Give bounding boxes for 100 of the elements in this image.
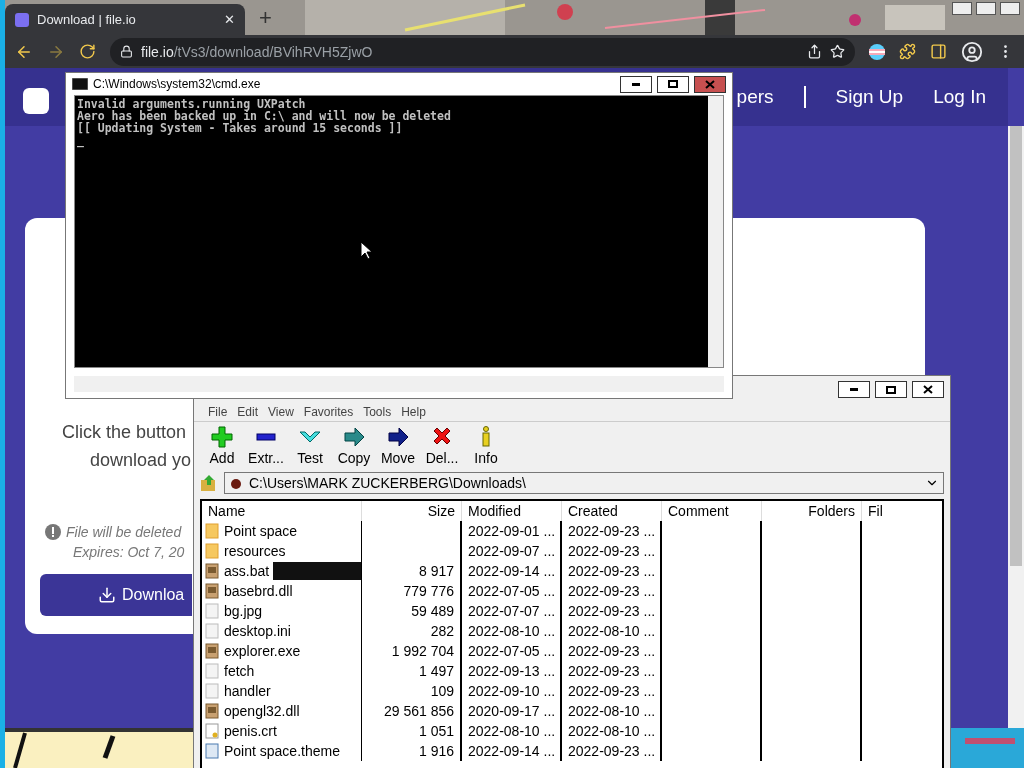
extensions-icon[interactable] — [899, 43, 916, 60]
table-cell: 2022-07-05 ... — [462, 581, 562, 601]
menu-item[interactable]: Edit — [237, 405, 259, 419]
close-button[interactable] — [694, 75, 726, 93]
table-cell: 2022-08-10 ... — [462, 721, 562, 741]
path-field[interactable]: C:\Users\MARK ZUCKERBERG\Downloads\ — [224, 472, 944, 494]
table-cell: 2022-09-14 ... — [462, 561, 562, 581]
close-button[interactable] — [912, 381, 944, 398]
file-name: fetch — [224, 663, 255, 679]
toolbar-button[interactable]: Extr... — [248, 426, 284, 466]
alert-icon — [45, 524, 61, 540]
file-row[interactable]: Point space 2022-09-01 ... 2022-09-23 ... — [202, 521, 942, 541]
column-header[interactable]: Comment — [662, 501, 762, 521]
file-name: basebrd.dll — [224, 583, 293, 599]
file-row[interactable]: ass.bat 8 917 2022-09-14 ... 2022-09-23 ... — [202, 561, 942, 581]
avatar-icon[interactable] — [961, 40, 983, 63]
file-icon — [204, 583, 220, 599]
toolbar-button[interactable]: Test — [292, 426, 328, 466]
console-icon — [72, 78, 88, 90]
table-cell: 2022-09-23 ... — [562, 561, 662, 581]
column-header[interactable]: Created — [562, 501, 662, 521]
minimize-button[interactable] — [620, 75, 652, 93]
table-cell: 2022-09-23 ... — [562, 741, 662, 761]
file-icon — [204, 663, 220, 679]
column-header[interactable]: Size — [362, 501, 462, 521]
menu-item[interactable]: View — [268, 405, 294, 419]
download-button[interactable]: Downloa — [40, 574, 192, 616]
file-icon — [204, 643, 220, 659]
menu-item[interactable]: Favorites — [303, 405, 354, 419]
close-icon — [705, 79, 715, 89]
file-name: Point space — [224, 523, 298, 539]
arrow-icon — [343, 426, 365, 448]
column-header[interactable]: Fil — [862, 501, 942, 521]
file-name: penis.crt — [224, 723, 277, 739]
scrollbar[interactable] — [708, 96, 723, 367]
table-cell: 2022-09-23 ... — [562, 641, 662, 661]
table-cell: 2022-09-14 ... — [462, 741, 562, 761]
file-row[interactable]: bg.jpg 59 489 2022-07-07 ... 2022-09-23 ... — [202, 601, 942, 621]
file-name: ass.bat — [224, 563, 270, 579]
close-button[interactable]: ✕ — [224, 12, 235, 27]
column-header[interactable]: Folders — [762, 501, 862, 521]
file-row[interactable]: fetch 1 497 2022-09-13 ... 2022-09-23 ... — [202, 661, 942, 681]
file-icon — [204, 723, 220, 739]
file-row[interactable]: opengl32.dll 29 561 856 2020-09-17 ... 2022-08-10 ... — [202, 701, 942, 721]
file-row[interactable]: basebrd.dll 779 776 2022-07-05 ... 2022-09-23 ... — [202, 581, 942, 601]
new-tab-button[interactable]: + — [259, 5, 272, 31]
column-header[interactable]: Modified — [462, 501, 562, 521]
maximize-button[interactable] — [657, 75, 689, 93]
instruction-text: download yo — [90, 449, 192, 472]
file-row[interactable]: explorer.exe 1 992 704 2022-07-05 ... 2022-09-23 ... — [202, 641, 942, 661]
table-cell: 2022-09-10 ... — [462, 681, 562, 701]
table-cell: 2022-07-05 ... — [462, 641, 562, 661]
nav-link[interactable]: Log In — [933, 86, 986, 108]
share-icon[interactable] — [807, 44, 822, 59]
file-name: resources — [224, 543, 286, 559]
toolbar-button[interactable]: Info — [468, 426, 504, 466]
up-folder-icon[interactable] — [200, 474, 218, 492]
column-header[interactable]: Name — [202, 501, 362, 521]
file-row[interactable]: penis.crt 1 051 2022-08-10 ... 2022-08-10 ... — [202, 721, 942, 741]
minimize-button[interactable] — [838, 381, 870, 398]
table-cell: 1 916 — [362, 741, 462, 761]
file-row[interactable]: desktop.ini 282 2022-08-10 ... 2022-08-10 ... — [202, 621, 942, 641]
path-text: C:\Users\MARK ZUCKERBERG\Downloads\ — [249, 475, 527, 491]
logo-icon — [23, 88, 49, 114]
toolbar-button[interactable]: Move — [380, 426, 416, 466]
notice-line: Expires: Oct 7, 20 — [73, 543, 185, 562]
browser-tab[interactable]: Download | file.io ✕ — [5, 4, 245, 35]
toolbar-button[interactable]: Copy — [336, 426, 372, 466]
star-icon[interactable] — [830, 44, 845, 59]
menu-item[interactable]: File — [208, 405, 228, 419]
table-cell: 2022-09-23 ... — [562, 521, 662, 541]
menu-item[interactable]: Help — [401, 405, 426, 419]
file-row[interactable]: handler 109 2022-09-10 ... 2022-09-23 ... — [202, 681, 942, 701]
file-icon — [204, 743, 220, 759]
file-icon — [204, 623, 220, 639]
instruction-text: Click the button — [62, 421, 187, 444]
table-cell: 2022-09-13 ... — [462, 661, 562, 681]
close-button[interactable] — [1000, 2, 1020, 15]
table-cell: 2022-09-01 ... — [462, 521, 562, 541]
toolbar-button[interactable]: Del... — [424, 426, 460, 466]
table-cell: 1 051 — [362, 721, 462, 741]
file-row[interactable]: Point space.theme 1 916 2022-09-14 ... 2022-09-23 ... — [202, 741, 942, 761]
menu-item[interactable]: Tools — [363, 405, 392, 419]
nav-link[interactable]: Sign Up — [835, 86, 904, 108]
sidebar-icon[interactable] — [930, 43, 947, 60]
reload-icon[interactable] — [79, 43, 96, 60]
scrollbar[interactable] — [1008, 126, 1024, 728]
close-icon — [923, 385, 933, 394]
minimize-button[interactable] — [952, 2, 972, 15]
nav-link[interactable]: pers — [736, 86, 774, 108]
file-icon — [204, 563, 220, 579]
maximize-icon — [886, 385, 896, 394]
address-bar[interactable]: file.io/tVs3/download/BVihRVH5ZjwO — [110, 37, 855, 66]
flag-icon[interactable] — [869, 43, 885, 60]
toolbar-button[interactable]: Add — [204, 426, 240, 466]
maximize-button[interactable] — [976, 2, 996, 15]
logo-icon — [15, 12, 29, 27]
table-cell: 2022-09-23 ... — [562, 681, 662, 701]
maximize-button[interactable] — [875, 381, 907, 398]
table-cell: 59 489 — [362, 601, 462, 621]
